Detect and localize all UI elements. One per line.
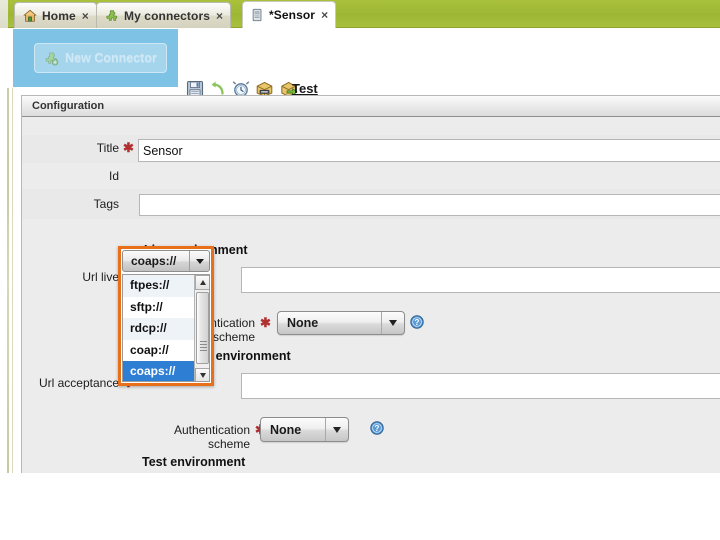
url-live-scheme-dropdown[interactable]: coaps:// ftpes:// sftp:// rdcp:// coap:/… [118,246,214,386]
url-live-scheme-options-list[interactable]: ftpes:// sftp:// rdcp:// coap:// coaps:/… [122,274,210,382]
left-edge-strip-inner [12,22,13,473]
svg-text:?: ? [375,424,380,433]
tab-sensor-close-icon[interactable]: × [321,9,328,21]
url-acceptance-input[interactable] [241,373,720,399]
title-required-marker: ✱ [123,140,134,155]
live-auth-help-icon[interactable]: ? [410,315,424,329]
tab-sensor-label: *Sensor [269,8,316,22]
acceptance-auth-help-icon[interactable]: ? [370,421,384,435]
live-auth-scheme-select[interactable]: None [277,311,405,335]
puzzle-piece-icon [105,9,119,23]
acceptance-auth-scheme-label: Authentication scheme [173,423,250,451]
url-acceptance-label: Url acceptance [38,376,119,390]
scrollbar-up-arrow-icon[interactable] [195,275,209,290]
title-input-value: Sensor [143,144,183,158]
tab-bar-left-cap [0,0,8,28]
chevron-down-icon[interactable] [326,418,348,441]
id-label: Id [108,169,119,183]
home-icon [23,9,37,23]
live-auth-scheme-value: None [287,316,319,330]
chevron-down-icon[interactable] [382,312,404,334]
acceptance-auth-scheme-select[interactable]: None [260,417,349,442]
title-label: Title [96,141,119,155]
tab-bar: Home × My connectors × *Sensor × [0,0,720,28]
url-live-label: Url live [82,270,119,284]
test-environment-title: Test environment [142,455,246,469]
new-connector-label: New Connector [65,51,157,65]
url-live-input[interactable] [241,267,720,293]
application-window: Home × My connectors × *Sensor × New Con… [0,0,720,540]
tab-my-connectors-close-icon[interactable]: × [216,10,223,22]
tab-home[interactable]: Home × [14,2,97,28]
url-live-scheme-select[interactable]: coaps:// [122,250,210,272]
tab-my-connectors[interactable]: My connectors × [96,2,232,28]
toolbar: New Connector Test [0,28,720,98]
puzzle-add-icon [44,51,59,66]
svg-text:?: ? [415,318,420,327]
document-icon [251,8,264,22]
test-link[interactable]: Test [292,81,318,96]
scrollbar-grip [200,341,207,353]
tags-label: Tags [93,197,119,211]
acceptance-auth-scheme-value: None [270,422,302,437]
tab-sensor[interactable]: *Sensor × [242,1,337,28]
scrollbar-down-arrow-icon[interactable] [195,368,209,381]
url-live-scheme-value: coaps:// [131,254,177,268]
configuration-panel-header: Configuration [22,96,720,117]
tab-my-connectors-label: My connectors [124,8,210,23]
tab-home-close-icon[interactable]: × [82,10,89,22]
tags-input[interactable] [139,194,720,216]
scrollbar-thumb[interactable] [196,292,209,364]
chevron-down-icon[interactable] [190,251,209,271]
new-connector-button[interactable]: New Connector [34,43,167,73]
live-auth-required-marker: ✱ [260,315,271,330]
dropdown-scrollbar[interactable] [194,275,209,381]
title-input[interactable]: Sensor [138,139,720,162]
tab-home-label: Home [42,8,76,23]
